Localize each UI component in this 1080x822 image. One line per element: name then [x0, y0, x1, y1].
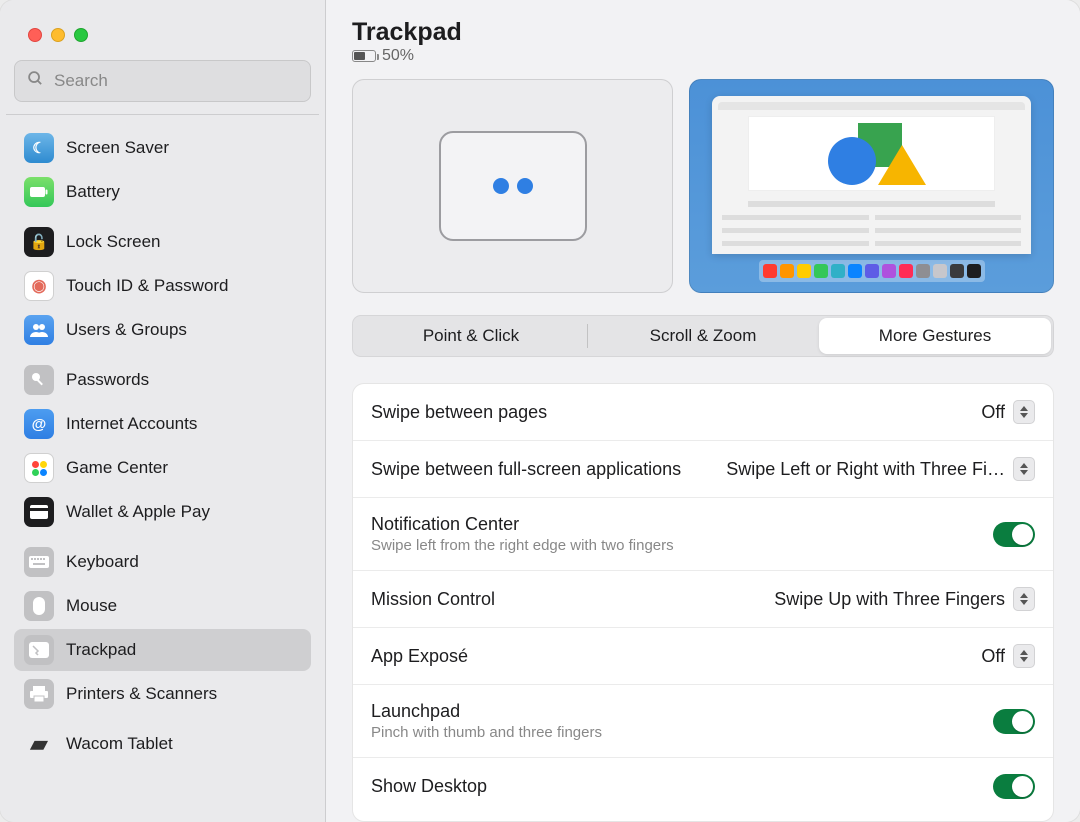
fullscreen-button[interactable] — [74, 28, 88, 42]
sidebar-item-touch-id[interactable]: ◉ Touch ID & Password — [14, 265, 311, 307]
tab-more-gestures[interactable]: More Gestures — [819, 318, 1051, 354]
settings-list: Swipe between pages Off Swipe between fu… — [352, 383, 1054, 822]
game-center-icon — [24, 453, 54, 483]
sidebar-item-users-groups[interactable]: Users & Groups — [14, 309, 311, 351]
stepper-icon — [1013, 457, 1035, 481]
mission-control-select[interactable]: Swipe Up with Three Fingers — [774, 587, 1035, 611]
setting-label: Notification Center — [371, 514, 975, 535]
window-controls — [0, 28, 325, 60]
battery-status: 50% — [352, 47, 1054, 65]
sidebar-item-keyboard[interactable]: Keyboard — [14, 541, 311, 583]
setting-value: Swipe Up with Three Fingers — [774, 589, 1005, 610]
setting-label: Swipe between full-screen applications — [371, 459, 708, 480]
setting-label: Swipe between pages — [371, 402, 963, 423]
trackpad-icon — [24, 635, 54, 665]
sidebar-item-label: Wallet & Apple Pay — [66, 502, 210, 522]
sidebar-item-label: Keyboard — [66, 552, 139, 572]
header: Trackpad 50% — [352, 18, 1054, 65]
setting-app-expose: App Exposé Off — [353, 628, 1053, 685]
sidebar-item-internet-accounts[interactable]: @ Internet Accounts — [14, 403, 311, 445]
sidebar-item-label: Passwords — [66, 370, 149, 390]
wallet-icon — [24, 497, 54, 527]
minimize-button[interactable] — [51, 28, 65, 42]
stepper-icon — [1013, 587, 1035, 611]
setting-value: Off — [981, 402, 1005, 423]
sidebar-item-label: Screen Saver — [66, 138, 169, 158]
sidebar-item-label: Touch ID & Password — [66, 276, 229, 296]
tab-bar: Point & Click Scroll & Zoom More Gesture… — [352, 315, 1054, 357]
setting-label: Mission Control — [371, 589, 756, 610]
sidebar-item-label: Wacom Tablet — [66, 734, 173, 754]
sidebar-list: ☾ Screen Saver Battery 🔓 Lock Screen ◉ — [0, 115, 325, 822]
swipe-pages-select[interactable]: Off — [981, 400, 1035, 424]
sidebar-item-label: Game Center — [66, 458, 168, 478]
sidebar-item-screen-saver[interactable]: ☾ Screen Saver — [14, 127, 311, 169]
sidebar-item-game-center[interactable]: Game Center — [14, 447, 311, 489]
preview-row — [352, 79, 1054, 293]
show-desktop-toggle[interactable] — [993, 774, 1035, 799]
setting-notification-center: Notification Center Swipe left from the … — [353, 498, 1053, 571]
app-expose-select[interactable]: Off — [981, 644, 1035, 668]
printer-icon — [24, 679, 54, 709]
sidebar-item-label: Printers & Scanners — [66, 684, 217, 704]
page-title: Trackpad — [352, 18, 1054, 47]
desktop-result-preview — [689, 79, 1054, 293]
tablet-icon: ▰ — [24, 729, 54, 759]
setting-launchpad: Launchpad Pinch with thumb and three fin… — [353, 685, 1053, 758]
sidebar-item-trackpad[interactable]: Trackpad — [14, 629, 311, 671]
setting-label: Show Desktop — [371, 776, 975, 797]
setting-swipe-pages: Swipe between pages Off — [353, 384, 1053, 441]
setting-show-desktop: Show Desktop — [353, 758, 1053, 815]
lock-screen-icon: 🔓 — [24, 227, 54, 257]
sidebar-item-label: Trackpad — [66, 640, 136, 660]
settings-window: Search ☾ Screen Saver Battery 🔓 — [0, 0, 1080, 822]
sidebar-item-battery[interactable]: Battery — [14, 171, 311, 213]
search-input[interactable]: Search — [14, 60, 311, 102]
sidebar-item-passwords[interactable]: Passwords — [14, 359, 311, 401]
battery-level-icon — [352, 50, 376, 62]
battery-level-text: 50% — [382, 47, 414, 65]
sidebar-item-mouse[interactable]: Mouse — [14, 585, 311, 627]
setting-label: Launchpad — [371, 701, 975, 722]
sidebar-item-label: Mouse — [66, 596, 117, 616]
keyboard-icon — [24, 547, 54, 577]
touch-id-icon: ◉ — [24, 271, 54, 301]
stepper-icon — [1013, 644, 1035, 668]
launchpad-toggle[interactable] — [993, 709, 1035, 734]
tab-point-click[interactable]: Point & Click — [355, 318, 587, 354]
sidebar-item-printers[interactable]: Printers & Scanners — [14, 673, 311, 715]
sidebar-item-label: Users & Groups — [66, 320, 187, 340]
setting-description: Pinch with thumb and three fingers — [371, 724, 975, 741]
sidebar: Search ☾ Screen Saver Battery 🔓 — [0, 0, 326, 822]
main-content: Trackpad 50% — [326, 0, 1080, 822]
tab-scroll-zoom[interactable]: Scroll & Zoom — [587, 318, 819, 354]
setting-label: App Exposé — [371, 646, 963, 667]
setting-description: Swipe left from the right edge with two … — [371, 537, 975, 554]
screen-saver-icon: ☾ — [24, 133, 54, 163]
sidebar-item-wallet[interactable]: Wallet & Apple Pay — [14, 491, 311, 533]
trackpad-shape — [439, 131, 587, 241]
sidebar-item-label: Battery — [66, 182, 120, 202]
setting-swipe-apps: Swipe between full-screen applications S… — [353, 441, 1053, 498]
swipe-apps-select[interactable]: Swipe Left or Right with Three Fi… — [726, 457, 1035, 481]
search-icon — [27, 70, 44, 92]
close-button[interactable] — [28, 28, 42, 42]
battery-icon — [24, 177, 54, 207]
search-placeholder: Search — [54, 71, 108, 91]
users-icon — [24, 315, 54, 345]
mouse-icon — [24, 591, 54, 621]
trackpad-gesture-preview — [352, 79, 673, 293]
sidebar-item-lock-screen[interactable]: 🔓 Lock Screen — [14, 221, 311, 263]
setting-mission-control: Mission Control Swipe Up with Three Fing… — [353, 571, 1053, 628]
notification-center-toggle[interactable] — [993, 522, 1035, 547]
at-icon: @ — [24, 409, 54, 439]
sidebar-item-label: Lock Screen — [66, 232, 161, 252]
stepper-icon — [1013, 400, 1035, 424]
setting-value: Swipe Left or Right with Three Fi… — [726, 459, 1005, 480]
setting-value: Off — [981, 646, 1005, 667]
key-icon — [24, 365, 54, 395]
sidebar-item-label: Internet Accounts — [66, 414, 197, 434]
sidebar-item-wacom[interactable]: ▰ Wacom Tablet — [14, 723, 311, 765]
